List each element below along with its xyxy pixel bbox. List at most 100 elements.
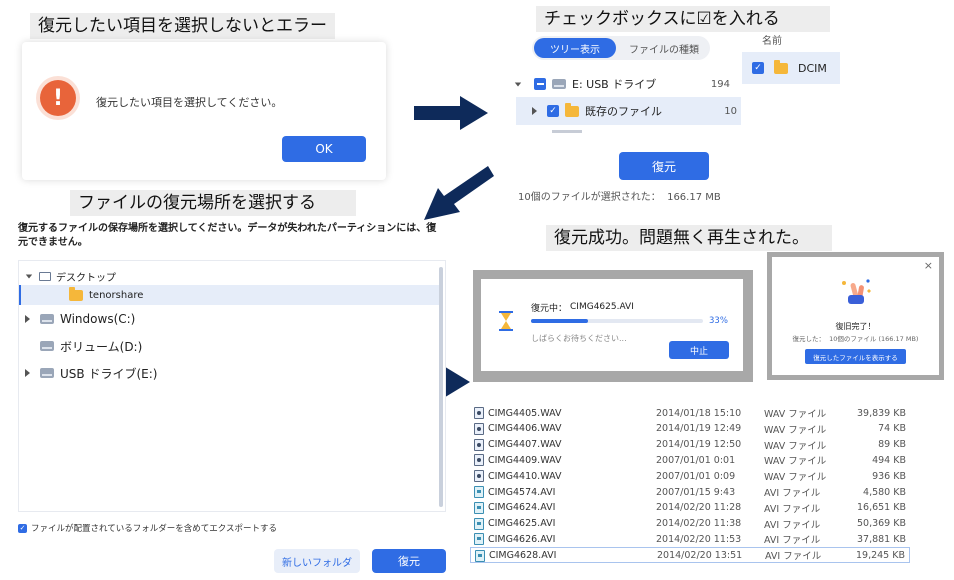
- file-date: 2014/02/20 13:51: [657, 549, 743, 561]
- file-type: WAV ファイル: [764, 472, 827, 484]
- stop-button[interactable]: 中止: [669, 341, 729, 359]
- complete-dialog: × 復旧完了！ 復元した： 10個のファイル (166.17 MB) 復元したフ…: [772, 257, 939, 375]
- tree-drive-e[interactable]: E: USB ドライブ 194: [514, 76, 734, 92]
- tree-scrollbar[interactable]: [439, 267, 443, 507]
- location-instruction: 復元するファイルの保存場所を選択してください。データが失われたパーティションには…: [18, 223, 437, 248]
- file-row[interactable]: CIMG4628.AVI 2014/02/20 13:51 AVI ファイル 1…: [470, 547, 910, 564]
- hourglass-icon: [499, 311, 513, 331]
- file-date: 2007/01/01 0:09: [656, 470, 736, 482]
- audio-file-icon: [474, 454, 484, 467]
- collapse-icon[interactable]: [514, 82, 522, 86]
- video-file-icon: [474, 486, 484, 498]
- warning-icon: !: [40, 80, 76, 116]
- desktop-label: デスクトップ: [56, 272, 116, 284]
- caption-success: 復元成功。問題無く再生された。: [546, 225, 832, 251]
- file-row[interactable]: CIMG4574.AVI 2007/01/15 9:43 AVI ファイル 4,…: [470, 484, 910, 500]
- arrow-right-icon: [414, 96, 488, 130]
- file-type: WAV ファイル: [764, 440, 827, 452]
- tab-file-type[interactable]: ファイルの種類: [622, 38, 706, 58]
- progress-percent: 33%: [709, 316, 728, 326]
- tree-folder-highlight[interactable]: ✓ 既存のファイル 10: [516, 97, 741, 125]
- drive-count: 194: [710, 78, 730, 90]
- folder-icon: [69, 286, 83, 301]
- file-size: 50,369 KB: [856, 518, 906, 530]
- progress-dialog: 復元中： CIMG4625.AVI 33% しばらくお待ちください... 中止: [481, 279, 743, 371]
- monitor-icon: [39, 271, 51, 281]
- file-row[interactable]: CIMG4625.AVI 2014/02/20 11:38 AVI ファイル 5…: [470, 516, 910, 532]
- show-files-button[interactable]: 復元したファイルを表示する: [805, 349, 906, 364]
- partial-checkbox-icon[interactable]: [534, 78, 546, 90]
- expand-icon[interactable]: [532, 107, 537, 115]
- caption-error: 復元したい項目を選択しないとエラー: [30, 13, 335, 39]
- file-type: WAV ファイル: [764, 409, 827, 420]
- file-size: 39,839 KB: [856, 407, 906, 419]
- tab-tree-view[interactable]: ツリー表示: [534, 38, 616, 58]
- export-option-label: ファイルが配置されているフォルダーを含めてエクスポートする: [31, 524, 277, 534]
- error-message: 復元したい項目を選択してください。: [96, 96, 283, 109]
- right-column-header: 名前: [762, 36, 782, 47]
- arrow-down-left-icon: [424, 166, 494, 220]
- ok-button[interactable]: OK: [282, 136, 366, 162]
- drive-label: E: USB ドライブ: [572, 78, 657, 91]
- progress-fill: [531, 319, 588, 323]
- file-date: 2014/02/20 11:53: [656, 533, 742, 545]
- file-size: 936 KB: [872, 470, 906, 482]
- collapse-icon[interactable]: [25, 274, 33, 278]
- file-date: 2014/02/20 11:38: [656, 518, 742, 530]
- file-date: 2007/01/15 9:43: [656, 486, 736, 498]
- expand-icon[interactable]: [25, 369, 30, 377]
- recover-button[interactable]: 復元: [619, 152, 709, 180]
- dcim-label: DCIM: [798, 61, 827, 75]
- file-row[interactable]: CIMG4410.WAV 2007/01/01 0:09 WAV ファイル 93…: [470, 468, 910, 484]
- tree-drive-e-target[interactable]: USB ドライブ(E:): [25, 365, 157, 381]
- view-tabs: ツリー表示 ファイルの種類: [532, 36, 710, 60]
- file-row[interactable]: CIMG4405.WAV 2014/01/18 15:10 WAV ファイル 3…: [470, 405, 910, 421]
- checkbox-checked-icon[interactable]: ✓: [547, 105, 559, 117]
- folder-tree-panel: デスクトップ tenorshare Windows(C:) ボリューム(D:) …: [18, 260, 446, 512]
- file-date: 2014/01/19 12:50: [656, 439, 742, 451]
- export-checkbox-icon[interactable]: ✓: [18, 523, 27, 533]
- expand-icon[interactable]: [25, 315, 30, 323]
- drive-c-label: Windows(C:): [60, 312, 136, 326]
- video-file-icon: [474, 533, 484, 546]
- audio-file-icon: [474, 470, 484, 483]
- video-file-icon: [475, 550, 485, 563]
- tree-drive-d[interactable]: ボリューム(D:): [25, 338, 142, 354]
- file-size: 19,245 KB: [855, 549, 905, 561]
- file-date: 2014/01/18 15:10: [656, 407, 742, 419]
- file-size: 4,580 KB: [863, 486, 906, 498]
- tree-drive-c[interactable]: Windows(C:): [25, 311, 135, 327]
- file-name: CIMG4626.AVI: [488, 533, 556, 545]
- location-recover-button[interactable]: 復元: [372, 549, 446, 573]
- tenorshare-label: tenorshare: [89, 289, 144, 301]
- error-dialog: ! 復元したい項目を選択してください。 OK: [22, 42, 386, 180]
- file-row[interactable]: CIMG4626.AVI 2014/02/20 11:53 AVI ファイル 3…: [470, 531, 910, 547]
- complete-frame: × 復旧完了！ 復元した： 10個のファイル (166.17 MB) 復元したフ…: [767, 252, 944, 380]
- file-name: CIMG4406.WAV: [488, 423, 562, 435]
- file-row[interactable]: CIMG4406.WAV 2014/01/19 12:49 WAV ファイル 7…: [470, 421, 910, 437]
- usb-drive-icon: [40, 368, 54, 378]
- right-item-dcim[interactable]: ✓ DCIM: [742, 52, 840, 84]
- tree-desktop[interactable]: デスクトップ: [25, 269, 116, 284]
- caption-location: ファイルの復元場所を選択する: [70, 190, 356, 216]
- drive-d-label: ボリューム(D:): [60, 339, 143, 354]
- close-icon[interactable]: ×: [924, 259, 933, 272]
- file-type: AVI ファイル: [764, 503, 821, 515]
- file-size: 494 KB: [872, 454, 906, 466]
- folder-count: 10: [724, 105, 737, 117]
- file-size: 89 KB: [878, 439, 906, 451]
- drive-e-label: USB ドライブ(E:): [60, 366, 158, 381]
- file-type: WAV ファイル: [764, 456, 827, 468]
- file-name: CIMG4625.AVI: [488, 518, 556, 530]
- file-row[interactable]: CIMG4407.WAV 2014/01/19 12:50 WAV ファイル 8…: [470, 437, 910, 453]
- file-name: CIMG4407.WAV: [488, 439, 562, 451]
- file-type: AVI ファイル: [764, 519, 821, 531]
- file-name: CIMG4409.WAV: [488, 454, 562, 466]
- file-row[interactable]: CIMG4624.AVI 2014/02/20 11:28 AVI ファイル 1…: [470, 500, 910, 516]
- tree-tenorshare[interactable]: tenorshare: [19, 285, 443, 305]
- file-row[interactable]: CIMG4409.WAV 2007/01/01 0:01 WAV ファイル 49…: [470, 452, 910, 468]
- export-option[interactable]: ✓ ファイルが配置されているフォルダーを含めてエクスポートする: [18, 522, 277, 534]
- dcim-checkbox-icon[interactable]: ✓: [752, 62, 764, 74]
- progress-title: 復元中： CIMG4625.AVI: [531, 301, 634, 314]
- new-folder-button[interactable]: 新しいフォルダ: [274, 549, 360, 573]
